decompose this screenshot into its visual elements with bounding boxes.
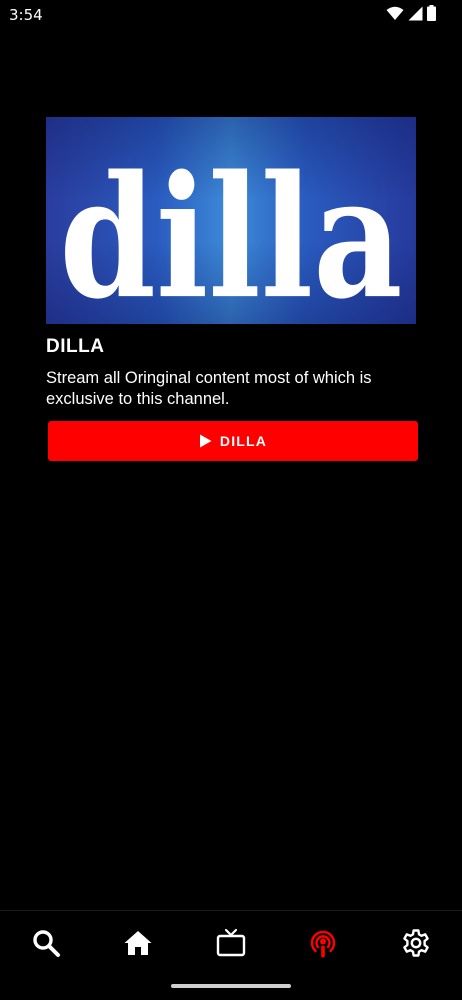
channel-description: Stream all Oringinal content most of whi… <box>46 369 372 408</box>
nav-live[interactable] <box>306 928 340 962</box>
home-indicator[interactable] <box>171 984 291 988</box>
nav-tv[interactable] <box>214 928 248 962</box>
podcast-icon <box>307 927 339 964</box>
wifi-icon <box>386 6 404 21</box>
home-icon <box>123 929 153 962</box>
nav-search[interactable] <box>29 928 63 962</box>
channel-logo-text: dilla <box>59 140 402 324</box>
channel-logo: dilla <box>59 140 402 324</box>
gear-icon <box>401 928 431 963</box>
channel-title: DILLA <box>46 336 105 357</box>
search-icon <box>31 928 61 963</box>
tv-icon <box>216 928 246 963</box>
play-button-label: DILLA <box>219 433 268 449</box>
bottom-navigation <box>0 910 462 977</box>
status-icons <box>386 5 436 21</box>
play-icon <box>199 434 212 448</box>
nav-settings[interactable] <box>399 928 433 962</box>
nav-home[interactable] <box>121 928 155 962</box>
play-channel-button[interactable]: DILLA <box>48 421 418 461</box>
channel-banner[interactable]: dilla <box>46 117 416 324</box>
status-time: 3:54 <box>9 6 43 24</box>
battery-icon <box>427 5 436 21</box>
status-bar: 3:54 <box>0 0 462 30</box>
signal-icon <box>408 6 423 21</box>
